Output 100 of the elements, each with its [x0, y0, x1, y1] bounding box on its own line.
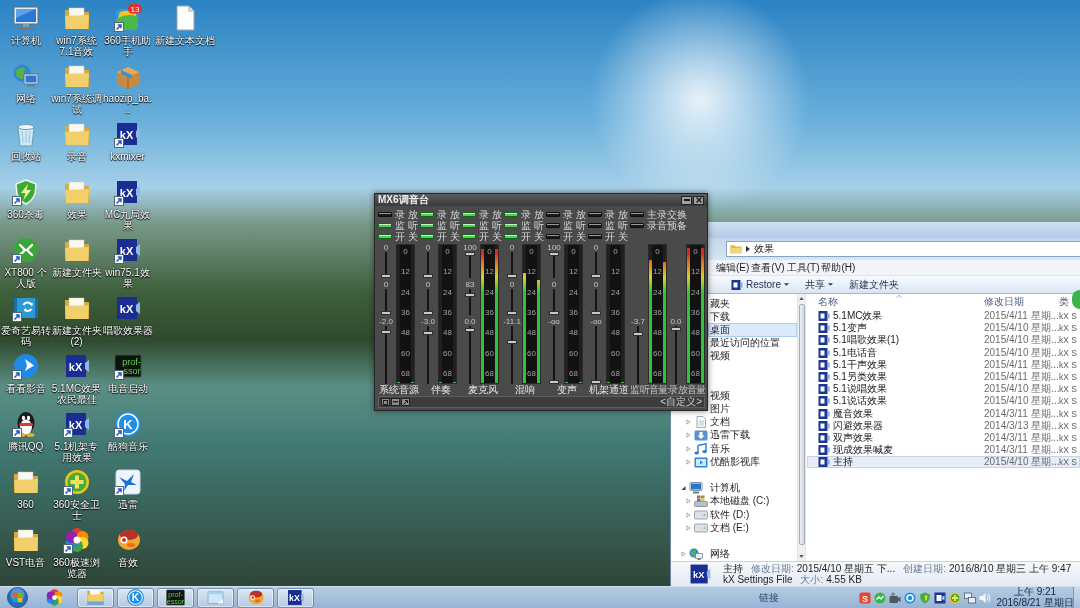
folder-icon[interactable] — [11, 526, 40, 554]
desktop-icon-label[interactable]: VST电音 — [5, 557, 46, 568]
fader-thumb[interactable] — [381, 274, 391, 278]
fader-thumb[interactable] — [507, 339, 517, 344]
column-header[interactable]: 修改日期 — [984, 296, 1059, 308]
desktop-icon-label[interactable]: XT800 个人版 — [0, 267, 51, 289]
led-toggle[interactable] — [630, 223, 644, 228]
pinwheel-icon[interactable] — [62, 526, 91, 554]
fader-thumb[interactable] — [549, 311, 559, 315]
caret-up-icon[interactable] — [799, 297, 804, 300]
led-toggle[interactable] — [588, 223, 602, 228]
close-button[interactable] — [693, 195, 704, 205]
fader-thumb[interactable] — [465, 252, 475, 256]
toolbar-button[interactable]: 新建文件夹 — [847, 278, 901, 291]
fader-thumb[interactable] — [591, 380, 601, 384]
desktop-icon-label[interactable]: 唱歌效果器 — [102, 325, 153, 336]
toolbar-button[interactable]: Restore — [729, 278, 791, 291]
desktop-icon-label[interactable]: 360安全卫士 — [51, 499, 102, 521]
file-row[interactable]: 5.1说话效果 2015/4/10 星期...kX S — [807, 395, 1080, 408]
preset-label[interactable]: <自定义> — [660, 397, 702, 407]
file-row[interactable]: 魔音效果 2014/3/11 星期...kX S — [807, 407, 1080, 420]
caret-icon[interactable] — [680, 485, 686, 492]
minimize-button[interactable] — [681, 195, 692, 205]
nav-item[interactable]: 网络 — [708, 547, 797, 561]
column-header[interactable]: 类 — [1059, 296, 1069, 308]
play-icon[interactable] — [11, 352, 40, 380]
folder-icon[interactable] — [11, 468, 40, 496]
file-row[interactable]: 主持 2015/4/10 星期...kX S — [807, 456, 1080, 469]
led-toggle[interactable] — [378, 234, 392, 239]
file-row[interactable]: 5.1干声效果 2015/4/11 星期...kX S — [807, 358, 1080, 371]
desktop-icon-label[interactable]: 腾讯QQ — [7, 441, 44, 452]
desktop-icon-label[interactable]: 5.1MC效果农民最佳 — [51, 383, 102, 405]
nav-item[interactable]: 下载 — [708, 310, 797, 324]
menu-item[interactable]: 帮助(H) — [820, 261, 857, 274]
menu-item[interactable]: 查看(V) — [750, 261, 786, 274]
nav-item[interactable]: 文档 (E:) — [708, 521, 797, 535]
led-toggle[interactable] — [546, 223, 560, 228]
shield-icon[interactable] — [11, 178, 40, 206]
file-row[interactable]: 5.1唱歌效果(1) 2015/4/10 星期...kX S — [807, 334, 1080, 347]
footer-button[interactable] — [391, 398, 400, 406]
led-toggle[interactable] — [420, 223, 434, 228]
nav-item[interactable]: 音乐 — [708, 442, 797, 456]
desktop-icon-label[interactable]: 360极速浏览器 — [51, 557, 102, 579]
nav-item[interactable]: 视频 — [708, 389, 797, 403]
zigzag-circle-icon[interactable] — [874, 591, 886, 604]
fader-thumb[interactable] — [423, 311, 433, 315]
desktop-icon-label[interactable]: 360 — [17, 499, 34, 510]
file-row[interactable]: 5.1另类效果 2015/4/11 星期...kX S — [807, 370, 1080, 384]
led-toggle[interactable] — [462, 234, 476, 239]
toolbar-button[interactable]: 共享 — [803, 278, 835, 291]
app-tile-icon[interactable] — [934, 591, 946, 604]
desktop-icon-label[interactable]: win75.1效果 — [102, 267, 153, 289]
fader-thumb[interactable] — [549, 380, 559, 384]
fader-thumb[interactable] — [507, 311, 517, 315]
fader-thumb[interactable] — [507, 274, 517, 278]
taskbar-button[interactable] — [237, 587, 274, 608]
taskbar-button[interactable]: kX — [277, 587, 314, 608]
desktop-icon-label[interactable]: 新建文件夹 — [51, 267, 102, 278]
footer-button[interactable] — [401, 398, 410, 406]
nav-item[interactable]: 藏夹 — [708, 297, 797, 311]
breadcrumb-item[interactable]: 效果 — [754, 243, 774, 255]
bird-icon[interactable] — [113, 468, 142, 496]
fader-thumb[interactable] — [549, 252, 559, 256]
fader-thumb[interactable] — [423, 330, 433, 335]
computer-icon[interactable] — [11, 4, 40, 32]
nav-item[interactable]: 迅雷下载 — [708, 428, 797, 443]
nav-item[interactable]: 桌面 — [708, 323, 797, 337]
fader-thumb[interactable] — [381, 311, 391, 315]
caret-down-icon[interactable] — [799, 555, 804, 558]
scrollbar-thumb[interactable] — [798, 304, 805, 545]
fader-thumb[interactable] — [671, 327, 681, 332]
led-toggle[interactable] — [378, 223, 392, 228]
nav-item[interactable]: 最近访问的位置 — [708, 336, 797, 350]
desktop-icon-label[interactable]: 新建文件夹 (2) — [51, 325, 102, 347]
led-toggle[interactable] — [588, 234, 602, 239]
toolbar-label[interactable]: 链接 — [759, 591, 779, 604]
desktop-icon-label[interactable]: 迅雷 — [117, 499, 138, 510]
file-row[interactable]: 闪避效果器 2014/3/13 星期...kX S — [807, 419, 1080, 432]
column-header[interactable]: 名称 — [818, 296, 984, 308]
nav-item[interactable]: 文档 — [708, 415, 797, 429]
start-button[interactable] — [4, 587, 30, 608]
fader-thumb[interactable] — [465, 327, 475, 332]
desktop-icon-label[interactable]: 5.1机架专用效果 — [51, 441, 102, 463]
file-row[interactable]: 5.1MC效果 2015/4/11 星期...kX S — [807, 310, 1080, 323]
network-icon[interactable] — [964, 591, 976, 604]
taskbar-button[interactable] — [77, 587, 114, 608]
led-toggle[interactable] — [546, 212, 560, 217]
text-logo-icon[interactable]: prof- ssor — [113, 352, 142, 380]
footer-button[interactable] — [381, 398, 390, 406]
fader-thumb[interactable] — [633, 331, 643, 336]
file-row[interactable]: 5.1变声 2015/4/10 星期...kX S — [807, 322, 1080, 335]
fader-thumb[interactable] — [591, 274, 601, 278]
led-toggle[interactable] — [504, 223, 518, 228]
nav-item[interactable]: 视频 — [708, 349, 797, 363]
fader-thumb[interactable] — [423, 274, 433, 278]
taskbar-button[interactable] — [197, 587, 234, 608]
nav-item[interactable]: 图片 — [708, 402, 797, 416]
led-toggle[interactable] — [462, 212, 476, 217]
led-toggle[interactable] — [462, 223, 476, 228]
clock-time[interactable]: 上午 9:21 — [1013, 587, 1057, 598]
